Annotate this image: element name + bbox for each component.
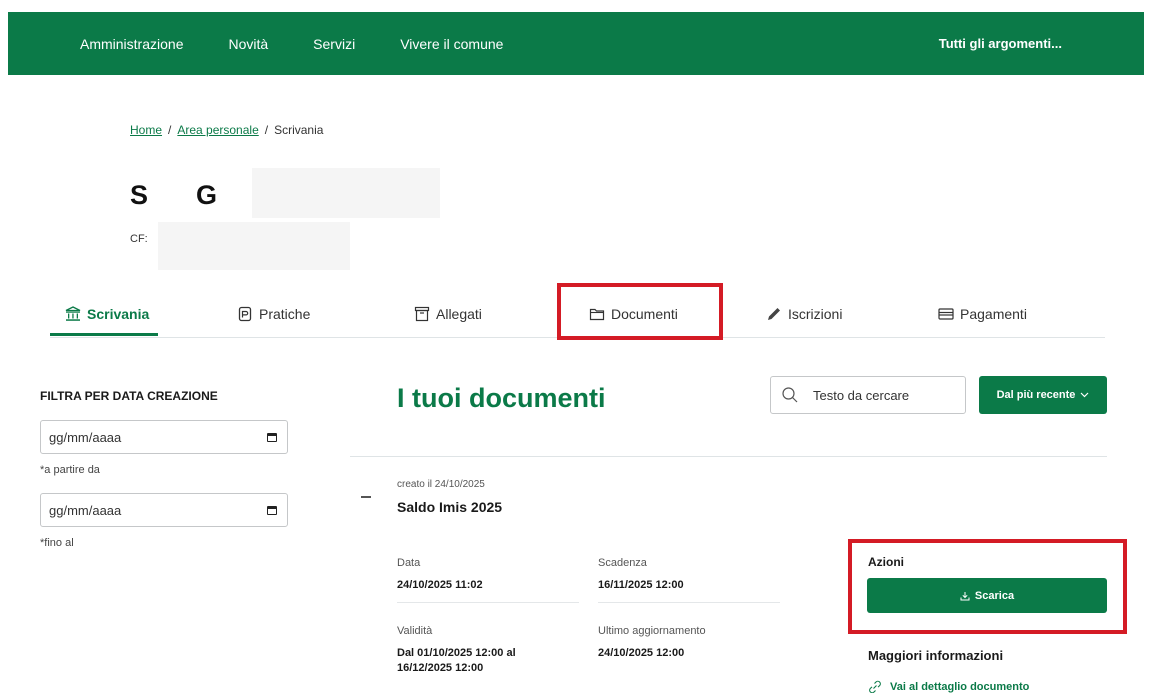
nav-amministrazione[interactable]: Amministrazione [80,36,183,52]
validita-value-start: Dal 01/10/2025 12:00 al [397,647,516,659]
date-from-input[interactable]: gg/mm/aaaa [40,420,288,454]
ultimo-aggiornamento-value: 24/10/2025 12:00 [598,647,685,659]
chevron-down-icon [1080,392,1089,398]
field-underline [397,602,579,603]
document-created-date: creato il 24/10/2025 [397,479,485,490]
scadenza-value: 16/11/2025 12:00 [598,579,684,591]
validita-value-end: 16/12/2025 12:00 [397,662,484,674]
breadcrumb-separator: / [168,123,172,137]
breadcrumb-area-personale[interactable]: Area personale [177,123,258,137]
breadcrumb: Home / Area personale / Scrivania [130,123,323,137]
tab-label: Pratiche [259,306,311,322]
bank-icon [65,306,81,322]
sort-dropdown-button[interactable]: Dal più recente [979,376,1107,414]
breadcrumb-separator: / [264,123,269,137]
date-to-hint: *fino al [40,537,74,549]
tab-label: Pagamenti [960,306,1027,322]
user-initial-first: S [130,180,149,210]
archive-icon [414,306,430,322]
tab-pratiche[interactable]: Pratiche [237,296,310,332]
tab-scrivania[interactable]: Scrivania [65,296,149,332]
tab-label: Scrivania [87,306,150,322]
nav-vivere-il-comune[interactable]: Vivere il comune [400,36,503,52]
nav-all-topics[interactable]: Tutti gli argomenti... [939,12,1062,75]
highlight-box-actions [848,539,1127,634]
redacted-area [158,222,350,270]
data-label: Data [397,557,421,569]
pencil-icon [766,306,782,322]
tab-iscrizioni[interactable]: Iscrizioni [766,296,842,332]
highlight-box-documenti-tab [557,283,723,340]
top-navbar: Amministrazione Novità Servizi Vivere il… [8,12,1144,75]
calendar-icon[interactable] [267,505,277,515]
user-initial-last: G [196,180,218,210]
collapse-icon[interactable] [361,496,371,498]
search-input[interactable]: Testo da cercare [770,376,966,414]
tab-allegati[interactable]: Allegati [414,296,482,332]
date-from-hint: *a partire da [40,464,100,476]
user-cf-label: CF: [130,233,148,245]
scadenza-label: Scadenza [598,557,647,569]
redacted-area [252,168,440,218]
validita-label: Validità [397,625,433,637]
tab-label: Allegati [436,306,482,322]
nav-servizi[interactable]: Servizi [313,36,355,52]
filter-title: FILTRA PER DATA CREAZIONE [40,389,218,403]
search-icon [781,386,799,404]
breadcrumb-home[interactable]: Home [130,123,162,137]
document-icon [237,306,253,322]
search-placeholder: Testo da cercare [813,387,910,403]
tab-label: Iscrizioni [788,306,843,322]
tab-pagamenti[interactable]: Pagamenti [938,296,1027,332]
divider [350,456,1107,457]
user-name: SG [130,180,217,211]
sort-label: Dal più recente [996,389,1076,401]
breadcrumb-current: Scrivania [274,123,324,137]
card-icon [938,306,954,322]
more-info-heading: Maggiori informazioni [868,648,1004,663]
date-to-placeholder: gg/mm/aaaa [49,502,122,518]
field-underline [598,602,780,603]
document-title: Saldo Imis 2025 [397,499,503,515]
active-tab-indicator [50,333,158,336]
main-nav: Amministrazione Novità Servizi Vivere il… [80,12,503,75]
data-value: 24/10/2025 11:02 [397,579,483,591]
nav-novita[interactable]: Novità [228,36,268,52]
calendar-icon[interactable] [267,432,277,442]
link-icon [868,680,882,693]
date-from-placeholder: gg/mm/aaaa [49,429,122,445]
date-to-input[interactable]: gg/mm/aaaa [40,493,288,527]
detail-link-label: Vai al dettaglio documento [890,681,1030,693]
document-detail-link[interactable]: Vai al dettaglio documento [868,680,1029,693]
ultimo-aggiornamento-label: Ultimo aggiornamento [598,625,706,637]
page-title: I tuoi documenti [397,383,606,413]
